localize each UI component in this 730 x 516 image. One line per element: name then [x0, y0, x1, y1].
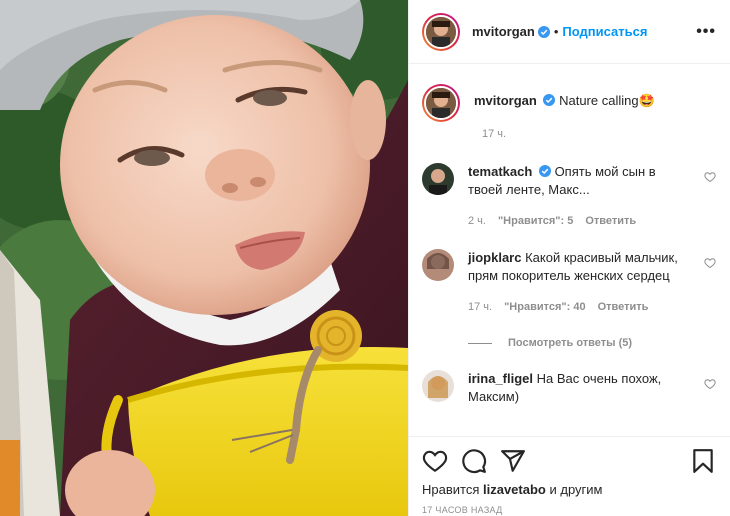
comment-row: tematkach Опять мой сын в твоей ленте, М…	[422, 163, 716, 199]
likes-suffix-label[interactable]: и другим	[549, 482, 602, 497]
star-struck-emoji: 🤩	[638, 93, 655, 108]
author-avatar[interactable]	[422, 12, 460, 51]
heart-icon[interactable]	[704, 257, 716, 269]
view-replies-label: Посмотреть ответы (5)	[508, 337, 633, 349]
view-replies-button[interactable]: Посмотреть ответы (5)	[468, 337, 716, 349]
caption-username[interactable]: mvitorgan	[474, 93, 537, 108]
verified-badge-icon	[538, 165, 551, 177]
heart-icon[interactable]	[422, 448, 448, 474]
comments-list[interactable]: mvitorgan Nature calling🤩 17 ч. tematkac…	[409, 64, 730, 436]
heart-icon[interactable]	[704, 378, 716, 390]
likes-summary: Нравится lizavetabo и другим	[422, 482, 716, 497]
author-username[interactable]: mvitorgan	[472, 24, 535, 39]
comment-meta: 17 ч. "Нравится": 40 Ответить	[468, 301, 716, 313]
post-header: mvitorgan • Подписаться •••	[409, 0, 730, 64]
separator-dot: •	[553, 24, 559, 39]
share-icon[interactable]	[500, 448, 526, 474]
caption-avatar[interactable]	[422, 84, 460, 122]
caption-meta: 17 ч.	[482, 128, 716, 140]
reply-button[interactable]: Ответить	[598, 301, 649, 313]
bookmark-icon[interactable]	[690, 448, 716, 474]
verified-badge-icon	[543, 94, 556, 106]
comment-meta: 2 ч. "Нравится": 5 Ответить	[468, 215, 716, 227]
replies-divider	[468, 342, 492, 344]
reply-button[interactable]: Ответить	[585, 215, 636, 227]
comment-likes[interactable]: "Нравится": 5	[498, 215, 573, 227]
post-sidebar: mvitorgan • Подписаться ••• mvitorgan Na…	[408, 0, 730, 516]
comment-likes[interactable]: "Нравится": 40	[504, 301, 585, 313]
comment-username[interactable]: irina_fligel	[468, 371, 533, 386]
instagram-post: mvitorgan • Подписаться ••• mvitorgan Na…	[0, 0, 730, 516]
caption-text: Nature calling	[559, 93, 639, 108]
more-options-icon[interactable]: •••	[696, 23, 716, 41]
verified-badge-icon	[537, 25, 550, 38]
comment-icon[interactable]	[461, 448, 487, 474]
comment-avatar[interactable]	[422, 163, 454, 195]
comment-avatar[interactable]	[422, 370, 454, 402]
follow-button[interactable]: Подписаться	[562, 24, 647, 39]
comment-row: jiopklarc Какой красивый мальчик, прям п…	[422, 249, 716, 285]
action-icons	[422, 437, 716, 479]
post-photo[interactable]	[0, 0, 408, 516]
comment-username[interactable]: tematkach	[468, 164, 532, 179]
post-timestamp: 17 ЧАСОВ НАЗАД	[422, 505, 503, 515]
heart-icon[interactable]	[704, 171, 716, 183]
caption: mvitorgan Nature calling🤩	[422, 84, 716, 122]
action-bar: Нравится lizavetabo и другим 17 ЧАСОВ НА…	[409, 436, 730, 516]
likes-prefix: Нравится	[422, 482, 480, 497]
comment-time: 17 ч.	[468, 301, 493, 313]
photo-illustration	[0, 0, 408, 516]
caption-time: 17 ч.	[482, 128, 507, 140]
comment-avatar[interactable]	[422, 249, 454, 281]
likes-user[interactable]: lizavetabo	[483, 482, 546, 497]
comment-username[interactable]: jiopklarc	[468, 250, 521, 265]
comment-row: irina_fligel На Вас очень похож, Максим)	[422, 370, 716, 406]
comment-time: 2 ч.	[468, 215, 486, 227]
